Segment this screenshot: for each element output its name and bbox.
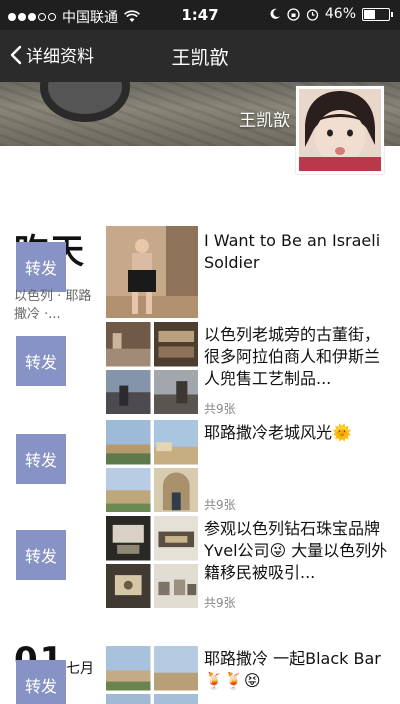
post-thumbnail[interactable] bbox=[106, 226, 198, 318]
post-thumbnails[interactable] bbox=[106, 420, 198, 512]
month-label: 七月 bbox=[66, 661, 94, 677]
share-button[interactable]: 转发 bbox=[16, 434, 66, 484]
photo-count: 共9张 bbox=[204, 498, 236, 512]
moon-icon bbox=[270, 8, 280, 19]
share-button[interactable]: 转发 bbox=[16, 530, 66, 580]
cover-name: 王凯歆 bbox=[239, 111, 290, 131]
avatar[interactable] bbox=[296, 86, 384, 174]
post-thumbnails[interactable] bbox=[106, 516, 198, 608]
post-text: 以色列老城旁的古董街，很多阿拉伯商人和伊斯兰人兜售工艺制品... bbox=[204, 325, 381, 388]
photo-count: 共9张 bbox=[204, 596, 236, 610]
post-thumbnails[interactable] bbox=[106, 322, 198, 414]
share-button[interactable]: 转发 bbox=[16, 336, 66, 386]
post-text: 参观以色列钻石珠宝品牌Yvel公司😜 大量以色列外籍移民被吸引... bbox=[204, 519, 388, 582]
status-bar: 中国联通 1:47 46% bbox=[0, 0, 400, 30]
rotation-lock-icon bbox=[287, 7, 300, 21]
status-right: 46% bbox=[269, 6, 393, 22]
post-text: 耶路撒冷 一起Black Bar🍹🍹😝 bbox=[204, 649, 381, 690]
battery-percent: 46% bbox=[324, 6, 356, 22]
post-thumbnails[interactable] bbox=[106, 646, 198, 704]
location-caption: 以色列 · 耶路撒冷 ·... bbox=[14, 289, 92, 322]
alarm-icon bbox=[306, 8, 319, 21]
avatar-image bbox=[299, 89, 381, 171]
battery-icon bbox=[362, 7, 393, 21]
share-button[interactable]: 转发 bbox=[16, 242, 66, 292]
share-button[interactable]: 转发 bbox=[16, 660, 66, 704]
post-text: 耶路撒冷老城风光🌞 bbox=[204, 423, 352, 442]
nav-bar: 详细资料 王凯歆 bbox=[0, 30, 400, 82]
photo-count: 共9张 bbox=[204, 402, 236, 416]
post-text: I Want to Be an Israeli Soldier bbox=[204, 231, 381, 272]
page-title: 王凯歆 bbox=[171, 47, 229, 69]
